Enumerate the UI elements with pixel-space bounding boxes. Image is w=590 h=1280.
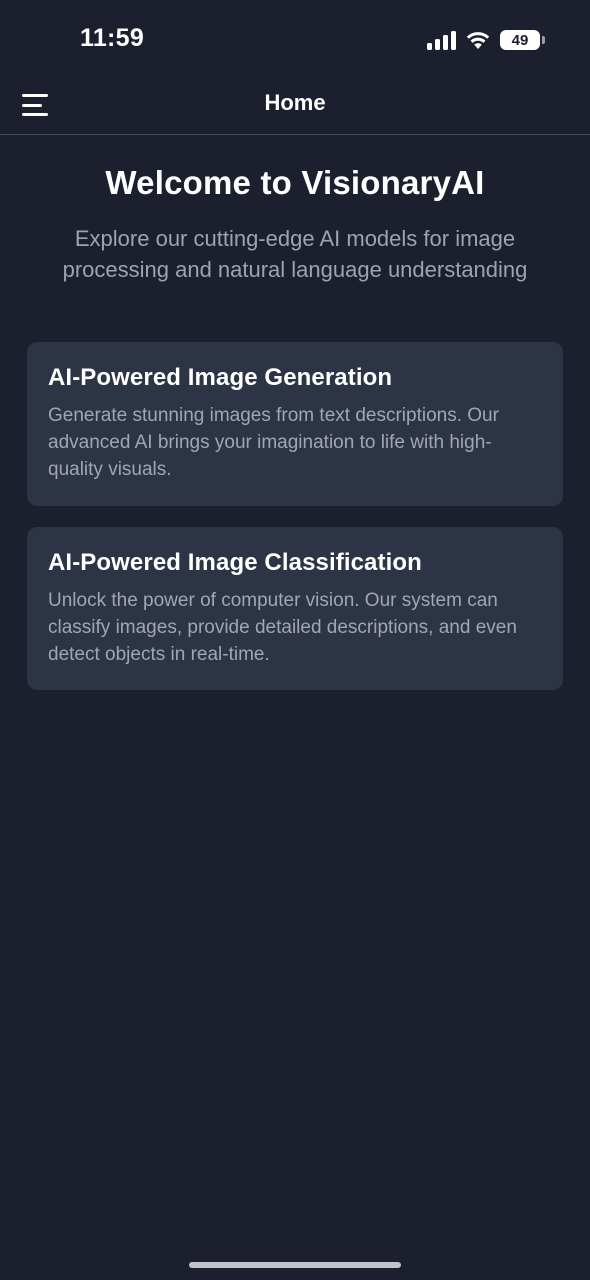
- card-description: Unlock the power of computer vision. Our…: [48, 590, 517, 665]
- status-icons: 49: [427, 27, 545, 53]
- feature-card-image-generation[interactable]: AI-Powered Image Generation Generate stu…: [27, 342, 563, 506]
- welcome-subtitle: Explore our cutting-edge AI models for i…: [62, 226, 528, 282]
- home-indicator[interactable]: [189, 1262, 401, 1268]
- app-screen: 11:59 49 Home Welcome to VisionaryAI Exp…: [0, 0, 590, 1280]
- card-title: AI-Powered Image Classification: [48, 549, 422, 576]
- wifi-icon: [466, 32, 490, 49]
- welcome-heading: Welcome to VisionaryAI: [105, 164, 485, 201]
- status-bar: 11:59 49: [0, 0, 590, 80]
- battery-icon: 49: [500, 30, 545, 50]
- status-time: 11:59: [80, 24, 145, 52]
- card-title: AI-Powered Image Generation: [48, 364, 393, 391]
- feature-card-image-classification[interactable]: AI-Powered Image Classification Unlock t…: [27, 527, 563, 690]
- page-title: Home: [264, 90, 326, 115]
- signal-icon: [427, 30, 456, 50]
- top-nav-bar: Home: [0, 80, 590, 135]
- card-description: Generate stunning images from text descr…: [48, 405, 499, 480]
